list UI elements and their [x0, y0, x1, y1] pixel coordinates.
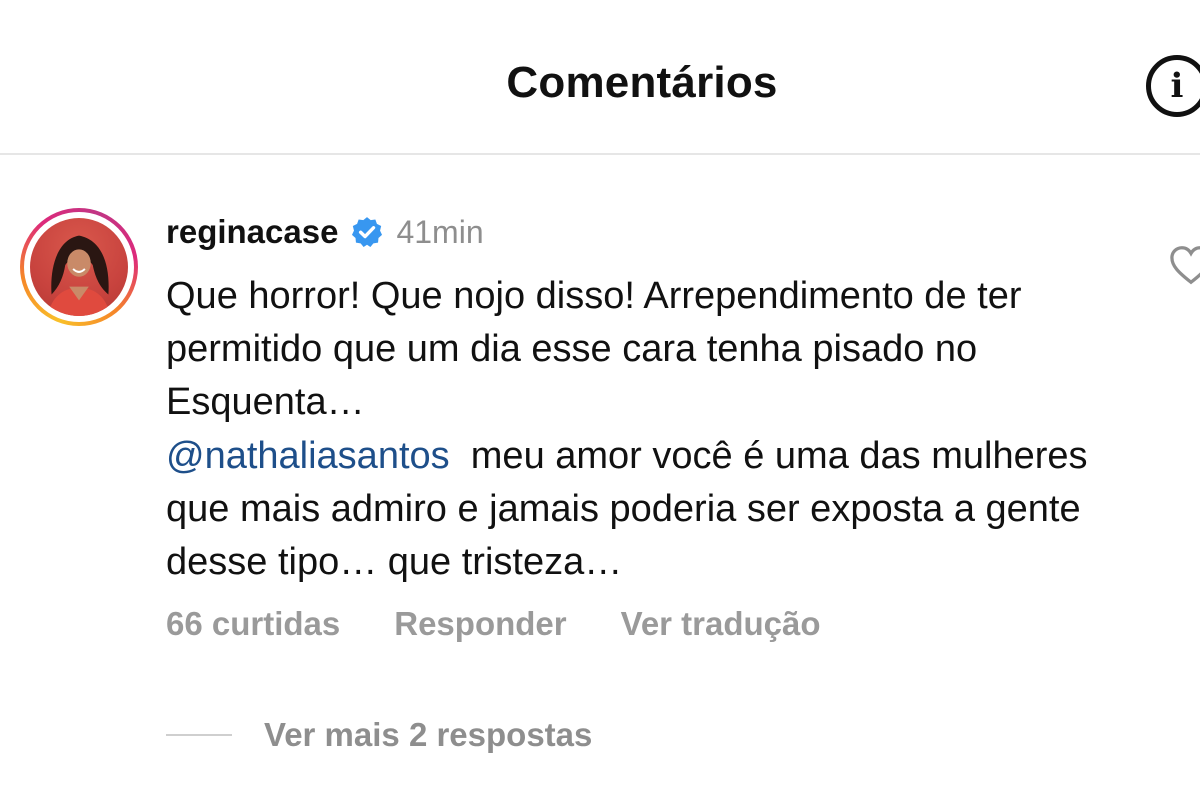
comment-timestamp: 41min — [396, 213, 484, 250]
mention-link[interactable]: @nathaliasantos — [166, 435, 450, 477]
username[interactable]: reginacase — [166, 213, 338, 251]
translate-button[interactable]: Ver tradução — [621, 605, 821, 643]
avatar-story-ring[interactable] — [20, 208, 138, 326]
avatar-photo-icon — [47, 235, 111, 316]
header: Comentários i — [0, 0, 1200, 155]
comment-actions: 66 curtidas Responder Ver tradução — [166, 602, 875, 646]
comments-screen: Comentários i reginacase 41min Que horro… — [0, 0, 1200, 792]
comment-reply-text: @nathaliasantos meu amor você é uma das … — [166, 430, 1126, 589]
view-more-replies-button[interactable]: Ver mais 2 respostas — [166, 713, 592, 757]
verified-badge-icon — [352, 217, 383, 248]
replies-divider — [166, 734, 232, 736]
page-title: Comentários — [506, 58, 778, 107]
view-more-replies-label: Ver mais 2 respostas — [264, 716, 593, 753]
comment-body: Que horror! Que nojo disso! Arrependimen… — [166, 275, 1022, 423]
info-icon[interactable]: i — [1146, 55, 1200, 117]
avatar — [30, 218, 128, 316]
comment-header: reginacase 41min — [166, 210, 484, 254]
heart-icon[interactable] — [1168, 245, 1200, 285]
likes-count[interactable]: 66 curtidas — [166, 605, 340, 643]
reply-button[interactable]: Responder — [394, 605, 566, 643]
